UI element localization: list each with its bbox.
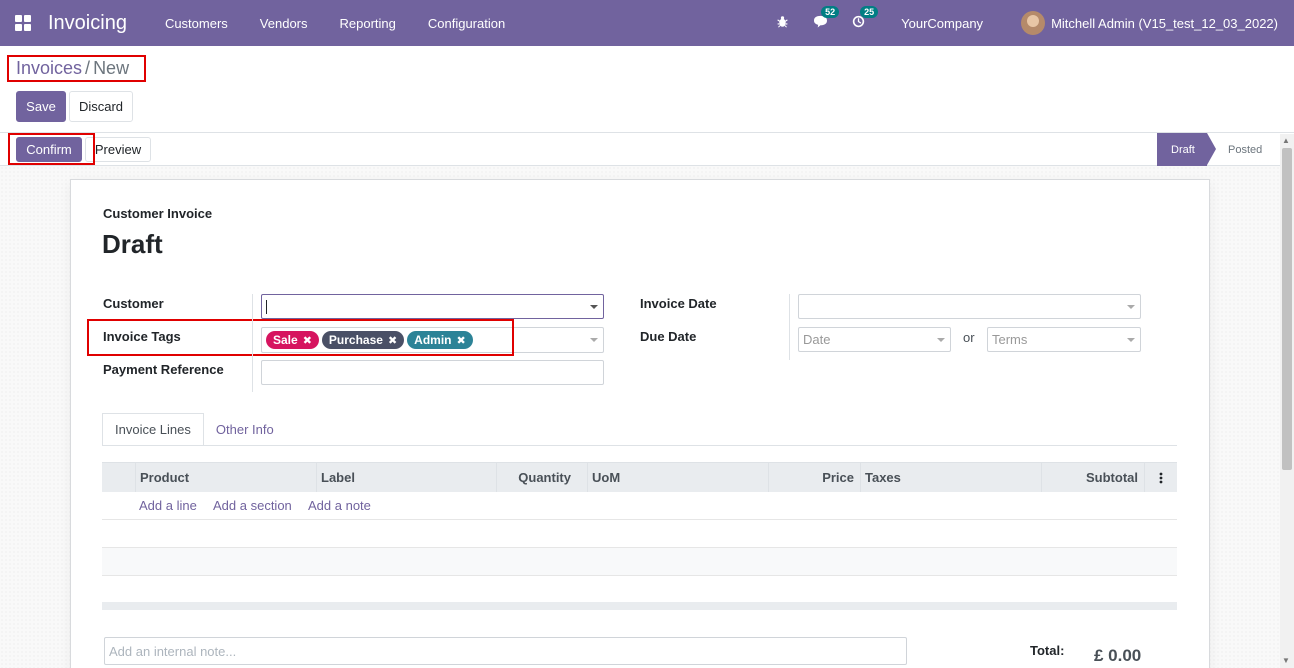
column-quantity[interactable]: Quantity [496, 463, 577, 492]
column-product[interactable]: Product [135, 463, 316, 492]
messages-icon[interactable]: 52 [813, 5, 840, 32]
internal-note-placeholder: Add an internal note... [109, 643, 237, 659]
column-subtotal[interactable]: Subtotal [1041, 463, 1144, 492]
column-label[interactable]: Label [316, 463, 496, 492]
customer-input[interactable] [261, 294, 604, 319]
internal-note-input[interactable]: Add an internal note... [104, 637, 907, 665]
payment-terms-placeholder: Terms [992, 332, 1028, 347]
total-label: Total: [1030, 643, 1065, 658]
optional-columns-icon[interactable] [1144, 463, 1177, 492]
payment-reference-input[interactable] [261, 360, 604, 385]
customer-dropdown-icon[interactable] [590, 304, 598, 309]
menu-vendors[interactable]: Vendors [244, 16, 324, 31]
menu-reporting[interactable]: Reporting [324, 16, 412, 31]
status-bar: Draft Posted [0, 132, 1294, 166]
invoice-state-title: Draft [102, 229, 163, 259]
tab-invoice-lines[interactable]: Invoice Lines [102, 413, 204, 446]
payment-reference-label: Payment Reference [103, 362, 224, 377]
customer-label: Customer [103, 296, 164, 311]
invoice-type-label: Customer Invoice [103, 206, 213, 221]
highlight-box-confirm [8, 133, 95, 165]
column-price[interactable]: Price [768, 463, 860, 492]
payment-terms-dropdown-icon[interactable] [1127, 337, 1135, 342]
row-divider [102, 547, 1177, 548]
invoice-lines-header: Product Label Quantity UoM Price Taxes S… [102, 462, 1177, 492]
tabs-divider [102, 445, 1177, 446]
menu-configuration[interactable]: Configuration [412, 16, 521, 31]
due-date-placeholder: Date [803, 332, 831, 347]
stage-posted[interactable]: Posted [1228, 133, 1262, 166]
save-button[interactable]: Save [16, 91, 66, 122]
menu-customers[interactable]: Customers [149, 16, 244, 31]
add-section-link[interactable]: Add a section [213, 498, 292, 513]
due-date-input[interactable]: Date [798, 327, 951, 352]
invoice-date-dropdown-icon[interactable] [1127, 304, 1135, 309]
user-menu[interactable]: Mitchell Admin (V15_test_12_03_2022) [1051, 16, 1278, 31]
scrollbar-thumb[interactable] [1282, 148, 1292, 470]
scroll-down-arrow-icon[interactable]: ▼ [1282, 656, 1290, 665]
company-switcher[interactable]: YourCompany [901, 16, 983, 31]
row-divider [102, 519, 1177, 520]
notebook-tabs: Invoice Lines Other Info [102, 413, 286, 446]
label-divider [252, 294, 253, 392]
empty-row-striped [102, 548, 1177, 575]
activities-count-badge: 25 [860, 5, 879, 18]
invoice-date-label: Invoice Date [640, 296, 717, 311]
column-taxes[interactable]: Taxes [860, 463, 1041, 492]
add-line-link[interactable]: Add a line [139, 498, 197, 513]
top-navbar: Invoicing Customers Vendors Reporting Co… [0, 0, 1294, 46]
highlight-box-invoice-tags [87, 319, 514, 356]
table-footer-bar [102, 602, 1177, 610]
invoice-date-input[interactable] [798, 294, 1141, 319]
app-name[interactable]: Invoicing [48, 12, 127, 35]
discard-button[interactable]: Discard [69, 91, 133, 122]
messages-count-badge: 52 [821, 5, 840, 18]
total-amount: £ 0.00 [1094, 646, 1142, 665]
activities-clock-icon[interactable]: 25 [852, 5, 879, 32]
scroll-up-arrow-icon[interactable]: ▲ [1282, 136, 1290, 145]
tags-dropdown-icon[interactable] [590, 338, 598, 342]
payment-terms-input[interactable]: Terms [987, 327, 1141, 352]
add-note-link[interactable]: Add a note [308, 498, 371, 513]
tab-other-info[interactable]: Other Info [204, 413, 286, 446]
user-avatar[interactable] [1021, 11, 1046, 35]
debug-bug-icon[interactable] [776, 15, 789, 32]
or-label: or [963, 330, 975, 345]
column-uom[interactable]: UoM [587, 463, 768, 492]
right-label-divider [789, 294, 790, 360]
apps-menu-icon[interactable] [0, 0, 46, 46]
row-divider [102, 575, 1177, 576]
due-date-dropdown-icon[interactable] [937, 337, 945, 342]
text-cursor [266, 299, 267, 314]
highlight-box-breadcrumb [7, 55, 146, 82]
stage-draft: Draft [1157, 133, 1216, 166]
due-date-label: Due Date [640, 329, 697, 344]
